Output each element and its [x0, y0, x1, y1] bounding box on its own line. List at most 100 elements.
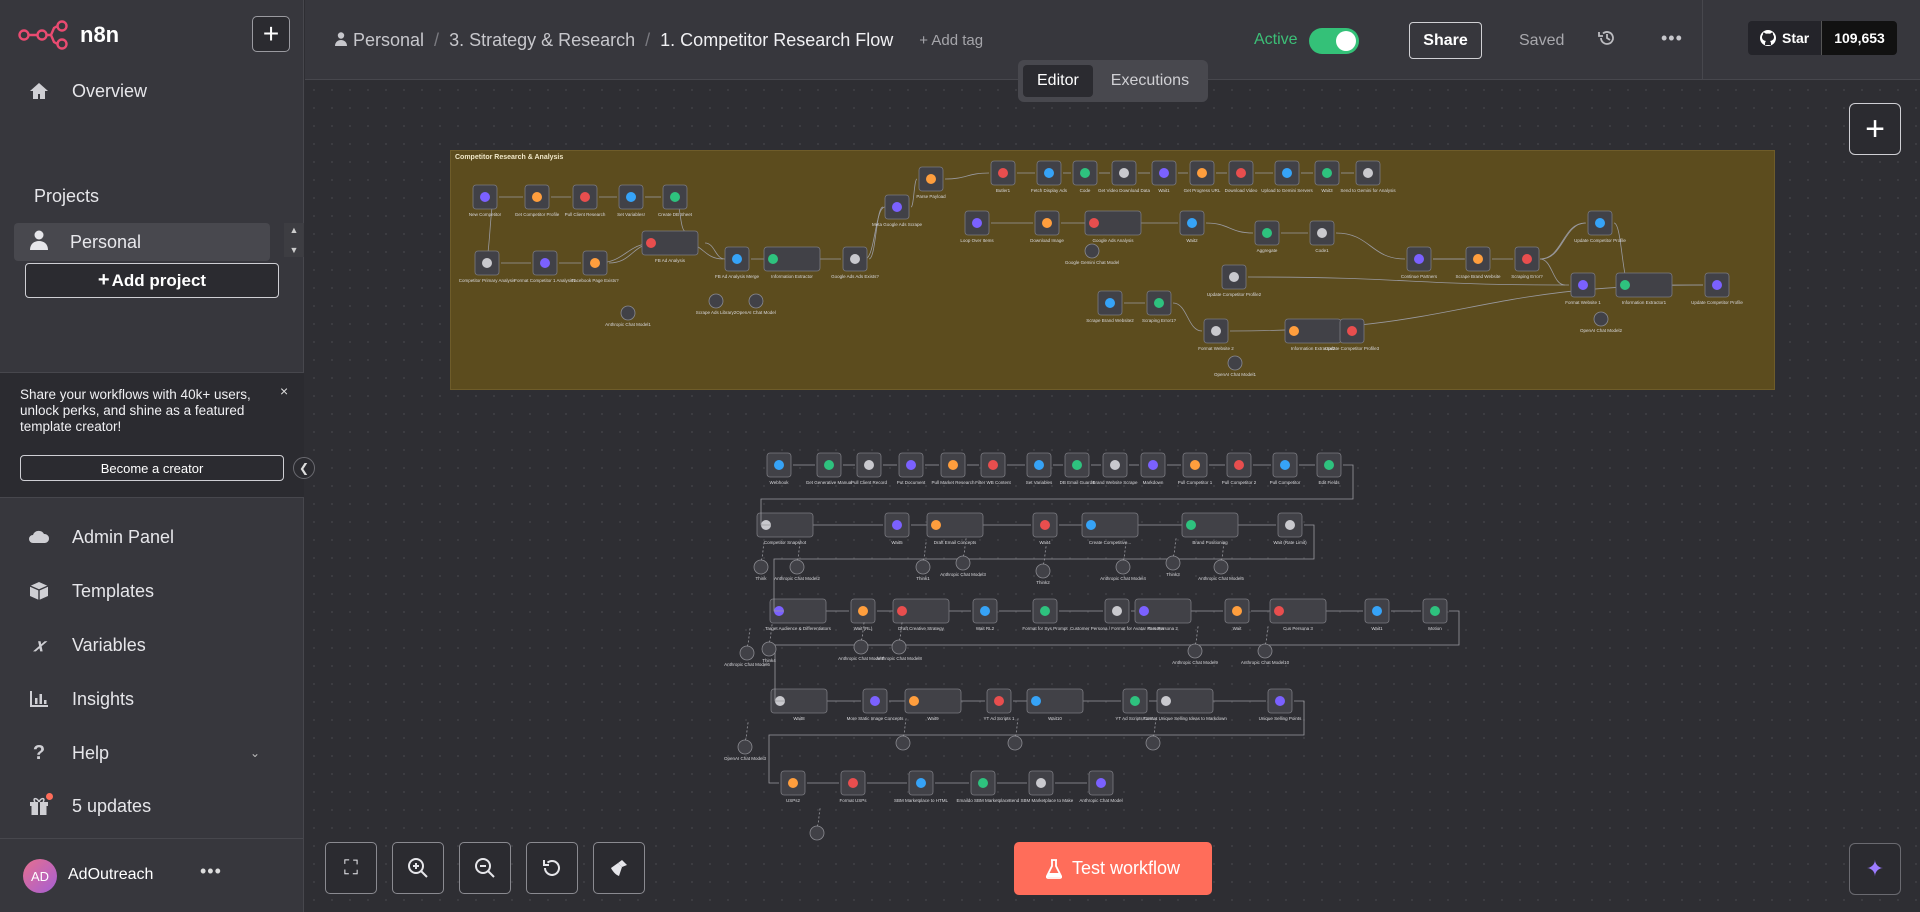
sub-node[interactable]: [1115, 559, 1131, 575]
zoom-out-button[interactable]: [459, 842, 511, 894]
workflow-node[interactable]: Filter WB Content: [975, 452, 1012, 485]
avatar[interactable]: AD: [23, 859, 57, 893]
sidebar-item-insights[interactable]: Insights: [28, 688, 134, 710]
become-creator-button[interactable]: Become a creator: [20, 455, 284, 481]
tab-editor[interactable]: Editor: [1023, 65, 1093, 97]
workflow-node[interactable]: Upload to Gemini Servers: [1261, 160, 1314, 193]
workflow-name[interactable]: 1. Competitor Research Flow: [660, 30, 893, 51]
workflow-node[interactable]: Google Ads Ads Exists?: [831, 246, 879, 279]
workflow-node[interactable]: Target Audience & Differentiators: [765, 598, 832, 631]
sub-node[interactable]: [915, 559, 931, 575]
workflow-node[interactable]: Pull Competitor 1: [1178, 452, 1213, 485]
workflow-node[interactable]: Competitor Snapshot: [756, 512, 814, 545]
workflow-node[interactable]: Edit Fields: [1316, 452, 1342, 485]
workflow-node[interactable]: Wait (Rate Limit): [1273, 512, 1307, 545]
active-toggle[interactable]: [1309, 28, 1359, 54]
workflow-node[interactable]: Parse Payload: [916, 166, 946, 199]
workflow-node[interactable]: Loop Over Items: [960, 210, 994, 243]
workflow-node[interactable]: Set Variables!: [617, 184, 645, 217]
test-workflow-button[interactable]: Test workflow: [1014, 842, 1212, 895]
reset-zoom-button[interactable]: [526, 842, 578, 894]
sub-node[interactable]: [1257, 643, 1273, 659]
zoom-in-button[interactable]: [392, 842, 444, 894]
workflow-node[interactable]: Download Video: [1225, 160, 1258, 193]
workflow-graph[interactable]: New Competitor Get Competitor Profile Pull…: [305, 81, 1920, 912]
sub-node[interactable]: [1593, 311, 1609, 327]
workflow-node[interactable]: Pull Market Research: [931, 452, 975, 485]
breadcrumb-folder[interactable]: 3. Strategy & Research: [449, 30, 635, 51]
sub-node[interactable]: [789, 559, 805, 575]
workflow-node[interactable]: Draft Email Concepts: [926, 512, 984, 545]
sidebar-item-admin-panel[interactable]: Admin Panel: [28, 526, 174, 548]
workflow-node[interactable]: Brand Website Scrape: [1093, 452, 1138, 485]
workflow-node[interactable]: Update Competitor Profile2: [1207, 264, 1262, 297]
sub-node[interactable]: [748, 293, 764, 309]
sub-node[interactable]: [1213, 559, 1229, 575]
workflow-node[interactable]: DB Email Guards: [1060, 452, 1096, 485]
fit-view-button[interactable]: ⛶: [325, 842, 377, 894]
workflow-node[interactable]: Wait2: [1179, 210, 1205, 243]
github-star-button[interactable]: Star 109,653: [1748, 21, 1897, 55]
add-project-button[interactable]: + Add project: [25, 263, 279, 298]
workflow-node[interactable]: Update Competitor Profile: [1574, 210, 1626, 243]
scroll-up-icon[interactable]: ▲: [290, 225, 299, 235]
close-icon[interactable]: ×: [280, 383, 288, 399]
workflow-node[interactable]: Wait RL2: [972, 598, 998, 631]
workflow-node[interactable]: FB Ad Analysis Merge: [715, 246, 760, 279]
workflow-node[interactable]: Cus Persona 3: [1269, 598, 1327, 631]
sidebar-item-help[interactable]: ? Help ⌄: [28, 742, 268, 764]
sub-node[interactable]: [1227, 355, 1243, 371]
workflow-node[interactable]: Wait: [1224, 598, 1250, 631]
workflow-node[interactable]: Pull Competitor 2: [1222, 452, 1257, 485]
workflow-node[interactable]: Emaildo SBM Marketplace: [956, 770, 1010, 803]
workflow-node[interactable]: Format Website 2: [1198, 318, 1234, 351]
workflow-node[interactable]: Anthropic Chat Model: [1079, 770, 1123, 803]
workflow-node[interactable]: Meta Google Ads Scrape: [872, 194, 923, 227]
workflow-node[interactable]: Wait1: [1151, 160, 1177, 193]
workflow-node[interactable]: Scrape Brand Website: [1456, 246, 1501, 279]
scroll-down-icon[interactable]: ▼: [290, 245, 299, 255]
workflow-node[interactable]: USPs2: [780, 770, 806, 803]
workflow-node[interactable]: Create DB Sheet: [658, 184, 693, 217]
sub-node[interactable]: [753, 559, 769, 575]
workflow-node[interactable]: SBM Marketplace to HTML: [894, 770, 949, 803]
collapse-sidebar-button[interactable]: ❮: [293, 457, 315, 479]
sub-node[interactable]: [761, 641, 777, 657]
workflow-node[interactable]: FB Ad Analysis: [641, 230, 699, 263]
ai-assistant-button[interactable]: ✦: [1849, 843, 1901, 895]
workflow-node[interactable]: Format Unique Selling Ideas to Markdown: [1143, 688, 1227, 721]
sub-node[interactable]: [1165, 555, 1181, 571]
workflow-node[interactable]: Wait5: [884, 512, 910, 545]
workflow-node[interactable]: Unique Selling Points: [1259, 688, 1303, 721]
workflow-node[interactable]: Get Progress URL: [1184, 160, 1221, 193]
workflow-node[interactable]: Create Competitive...: [1081, 512, 1139, 545]
sidebar-item-templates[interactable]: Templates: [28, 580, 154, 602]
more-options-icon[interactable]: •••: [1661, 28, 1683, 49]
workflow-node[interactable]: Information Extractor: [763, 246, 821, 279]
sidebar-item-personal[interactable]: Personal: [14, 223, 270, 261]
workflow-node[interactable]: Wait (RL): [850, 598, 876, 631]
sidebar-item-variables[interactable]: 𝑥 Variables: [28, 634, 146, 656]
sub-node[interactable]: [809, 825, 825, 841]
workflow-node[interactable]: Download Image: [1030, 210, 1064, 243]
workflow-node[interactable]: Pull Client Record: [851, 452, 888, 485]
sidebar-item-overview[interactable]: Overview: [28, 80, 147, 102]
workflow-node[interactable]: Put Document: [897, 452, 926, 485]
workflow-node[interactable]: New Competitor: [469, 184, 502, 217]
workflow-node[interactable]: Scrape Brand Website2: [1086, 290, 1134, 323]
workflow-node[interactable]: Competitor Primary Analysis: [459, 250, 516, 283]
workflow-node[interactable]: Wait4: [1032, 512, 1058, 545]
more-icon[interactable]: •••: [200, 861, 222, 882]
workflow-node[interactable]: Get Competitor Profile: [515, 184, 560, 217]
workflow-node[interactable]: Motion: [1422, 598, 1448, 631]
workflow-node[interactable]: Send SBM Marketplace to Make: [1009, 770, 1074, 803]
sub-node[interactable]: [955, 555, 971, 571]
workflow-node[interactable]: Webhook: [766, 452, 792, 485]
workflow-node[interactable]: Pull Client Research: [565, 184, 606, 217]
workflow-node[interactable]: YT Ad Scripts 1: [984, 688, 1015, 721]
workflow-node[interactable]: Facebook Page Exists?: [571, 250, 619, 283]
workflow-node[interactable]: Brand Positioning: [1181, 512, 1239, 545]
workflow-node[interactable]: Information Extractor1: [1615, 272, 1673, 305]
workflow-node[interactable]: Pull Competitor: [1270, 452, 1301, 485]
workflow-node[interactable]: More Static Image Concepts: [847, 688, 905, 721]
